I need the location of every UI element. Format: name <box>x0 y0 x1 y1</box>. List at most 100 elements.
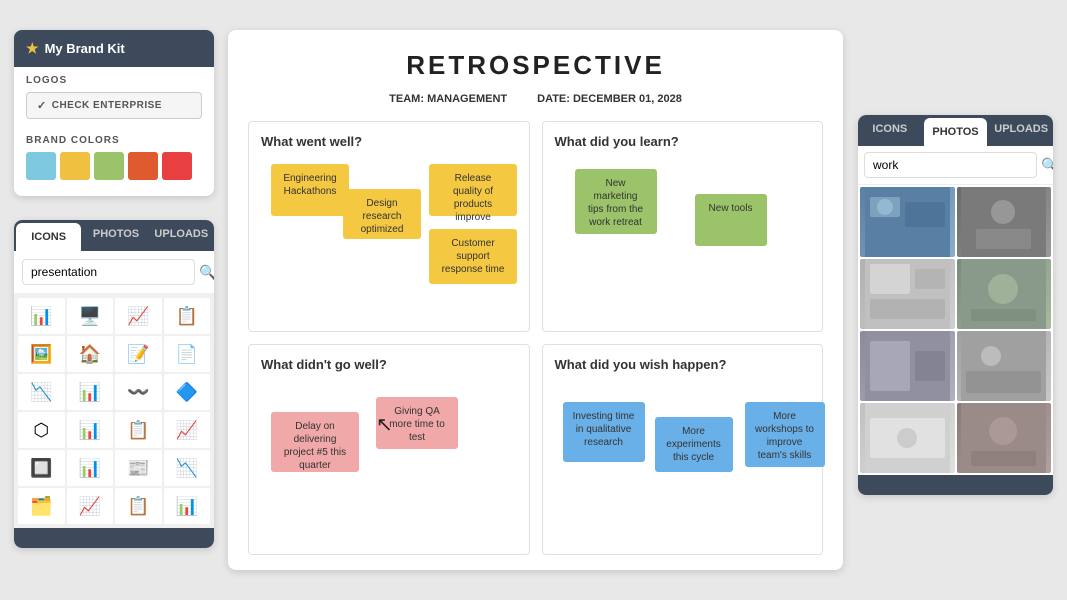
photo-cell-1[interactable] <box>860 187 955 257</box>
quadrant-title-2: What did you learn? <box>555 134 811 149</box>
sticky-note-7[interactable]: Delay on delivering project #5 this quar… <box>271 412 359 472</box>
icon-cell-9[interactable]: 📉 <box>18 374 65 410</box>
icon-cell-18[interactable]: 📊 <box>67 450 114 486</box>
retrospective-board: RETROSPECTIVE TEAM: MANAGEMENT DATE: DEC… <box>228 30 843 570</box>
sticky-note-2[interactable]: Design research optimized <box>343 189 421 239</box>
sticky-note-5[interactable]: New marketing tips from the work retreat <box>575 169 657 234</box>
sticky-note-9[interactable]: Investing time in qualitative research <box>563 402 645 462</box>
check-enterprise-button[interactable]: ✓ CHECK ENTERPRISE <box>26 92 202 119</box>
logos-section: LOGOS ✓ CHECK ENTERPRISE <box>14 67 214 127</box>
icon-cell-22[interactable]: 📈 <box>67 488 114 524</box>
check-icon: ✓ <box>37 99 47 112</box>
icon-cell-1[interactable]: 📊 <box>18 298 65 334</box>
brand-colors-label: BRAND COLORS <box>26 135 202 146</box>
photo-7-image <box>865 403 950 473</box>
right-panel-footer <box>858 475 1053 495</box>
right-search-bar: 🔍 <box>858 146 1053 185</box>
photo-cell-5[interactable] <box>860 331 955 401</box>
icon-grid: 📊 🖥️ 📈 📋 🖼️ 🏠 📝 📄 📉 📊 〰️ 🔷 ⬡ 📊 📋 📈 🔲 📊 📰… <box>14 294 214 528</box>
photo-2-image <box>961 187 1046 257</box>
icon-cell-7[interactable]: 📝 <box>115 336 162 372</box>
icon-cell-14[interactable]: 📊 <box>67 412 114 448</box>
photo-1-image <box>865 187 950 257</box>
photo-cell-6[interactable] <box>957 331 1052 401</box>
photo-3-image <box>865 259 950 329</box>
icon-cell-13[interactable]: ⬡ <box>18 412 65 448</box>
team-value: MANAGEMENT <box>427 93 507 105</box>
photo-8-image <box>961 403 1046 473</box>
icon-cell-6[interactable]: 🏠 <box>67 336 114 372</box>
quadrant-title-4: What did you wish happen? <box>555 357 811 372</box>
color-swatch-3[interactable] <box>94 152 124 180</box>
icon-cell-15[interactable]: 📋 <box>115 412 162 448</box>
board-date: DATE: DECEMBER 01, 2028 <box>537 93 682 105</box>
panel-tabs: ICONS PHOTOS UPLOADS <box>14 220 214 251</box>
icons-search-bar: 🔍 <box>14 251 214 294</box>
photo-cell-7[interactable] <box>860 403 955 473</box>
icon-cell-4[interactable]: 📋 <box>164 298 211 334</box>
icon-cell-17[interactable]: 🔲 <box>18 450 65 486</box>
photo-cell-2[interactable] <box>957 187 1052 257</box>
date-label: DATE: <box>537 93 570 105</box>
photo-cell-3[interactable] <box>860 259 955 329</box>
right-tab-photos[interactable]: PHOTOS <box>924 118 988 146</box>
icon-cell-2[interactable]: 🖥️ <box>67 298 114 334</box>
photo-5-image <box>865 331 950 401</box>
icon-cell-16[interactable]: 📈 <box>164 412 211 448</box>
color-swatch-4[interactable] <box>128 152 158 180</box>
icon-cell-19[interactable]: 📰 <box>115 450 162 486</box>
sticky-note-1[interactable]: Engineering Hackathons <box>271 164 349 216</box>
icons-panel: ICONS PHOTOS UPLOADS 🔍 📊 🖥️ 📈 📋 🖼️ 🏠 📝 📄… <box>14 220 214 548</box>
star-icon: ★ <box>26 40 39 57</box>
photo-grid <box>858 185 1053 475</box>
icon-cell-11[interactable]: 〰️ <box>115 374 162 410</box>
right-tab-icons[interactable]: ICONS <box>858 115 922 146</box>
color-swatch-2[interactable] <box>60 152 90 180</box>
sticky-note-6[interactable]: New tools <box>695 194 767 246</box>
sticky-note-4[interactable]: Customer support response time <box>429 229 517 284</box>
photo-6-image <box>961 331 1046 401</box>
icon-cell-3[interactable]: 📈 <box>115 298 162 334</box>
brand-colors-section: BRAND COLORS <box>14 127 214 188</box>
quadrant-title-3: What didn't go well? <box>261 357 517 372</box>
brand-kit-header: ★ My Brand Kit <box>14 30 214 67</box>
photo-cell-8[interactable] <box>957 403 1052 473</box>
photo-4-image <box>961 259 1046 329</box>
icon-cell-20[interactable]: 📉 <box>164 450 211 486</box>
sticky-note-11[interactable]: More workshops to improve team's skills <box>745 402 825 467</box>
sticky-note-8[interactable]: Giving QA more time to test <box>376 397 458 449</box>
board-grid: What went well? Engineering Hackathons D… <box>248 121 823 555</box>
icons-search-input[interactable] <box>22 259 195 285</box>
right-tab-uploads[interactable]: UPLOADS <box>989 115 1053 146</box>
brand-kit-title: My Brand Kit <box>45 41 125 56</box>
icon-cell-23[interactable]: 📋 <box>115 488 162 524</box>
icon-cell-12[interactable]: 🔷 <box>164 374 211 410</box>
photo-cell-4[interactable] <box>957 259 1052 329</box>
right-search-input[interactable] <box>864 152 1037 178</box>
tab-photos[interactable]: PHOTOS <box>83 220 148 251</box>
color-swatches <box>26 152 202 180</box>
sticky-note-10[interactable]: More experiments this cycle <box>655 417 733 472</box>
icon-cell-21[interactable]: 🗂️ <box>18 488 65 524</box>
board-meta: TEAM: MANAGEMENT DATE: DECEMBER 01, 2028 <box>248 93 823 105</box>
board-team: TEAM: MANAGEMENT <box>389 93 507 105</box>
icon-cell-8[interactable]: 📄 <box>164 336 211 372</box>
right-search-button[interactable]: 🔍 <box>1041 157 1053 174</box>
icon-cell-10[interactable]: 📊 <box>67 374 114 410</box>
right-panel-tabs: ICONS PHOTOS UPLOADS <box>858 115 1053 146</box>
color-swatch-1[interactable] <box>26 152 56 180</box>
sticky-note-3[interactable]: Release quality of products improve <box>429 164 517 216</box>
color-swatch-5[interactable] <box>162 152 192 180</box>
tab-uploads[interactable]: UPLOADS <box>149 220 214 251</box>
board-title: RETROSPECTIVE <box>248 50 823 81</box>
tab-icons[interactable]: ICONS <box>16 223 81 251</box>
quadrant-title-1: What went well? <box>261 134 517 149</box>
logos-label: LOGOS <box>26 75 202 86</box>
icons-search-button[interactable]: 🔍 <box>199 264 214 281</box>
right-photos-panel: ICONS PHOTOS UPLOADS 🔍 <box>858 115 1053 495</box>
icon-cell-24[interactable]: 📊 <box>164 488 211 524</box>
icon-cell-5[interactable]: 🖼️ <box>18 336 65 372</box>
quadrant-didnt-go-well: What didn't go well? ↖ Delay on deliveri… <box>248 344 530 555</box>
team-label: TEAM: <box>389 93 424 105</box>
quadrant-went-well: What went well? Engineering Hackathons D… <box>248 121 530 332</box>
